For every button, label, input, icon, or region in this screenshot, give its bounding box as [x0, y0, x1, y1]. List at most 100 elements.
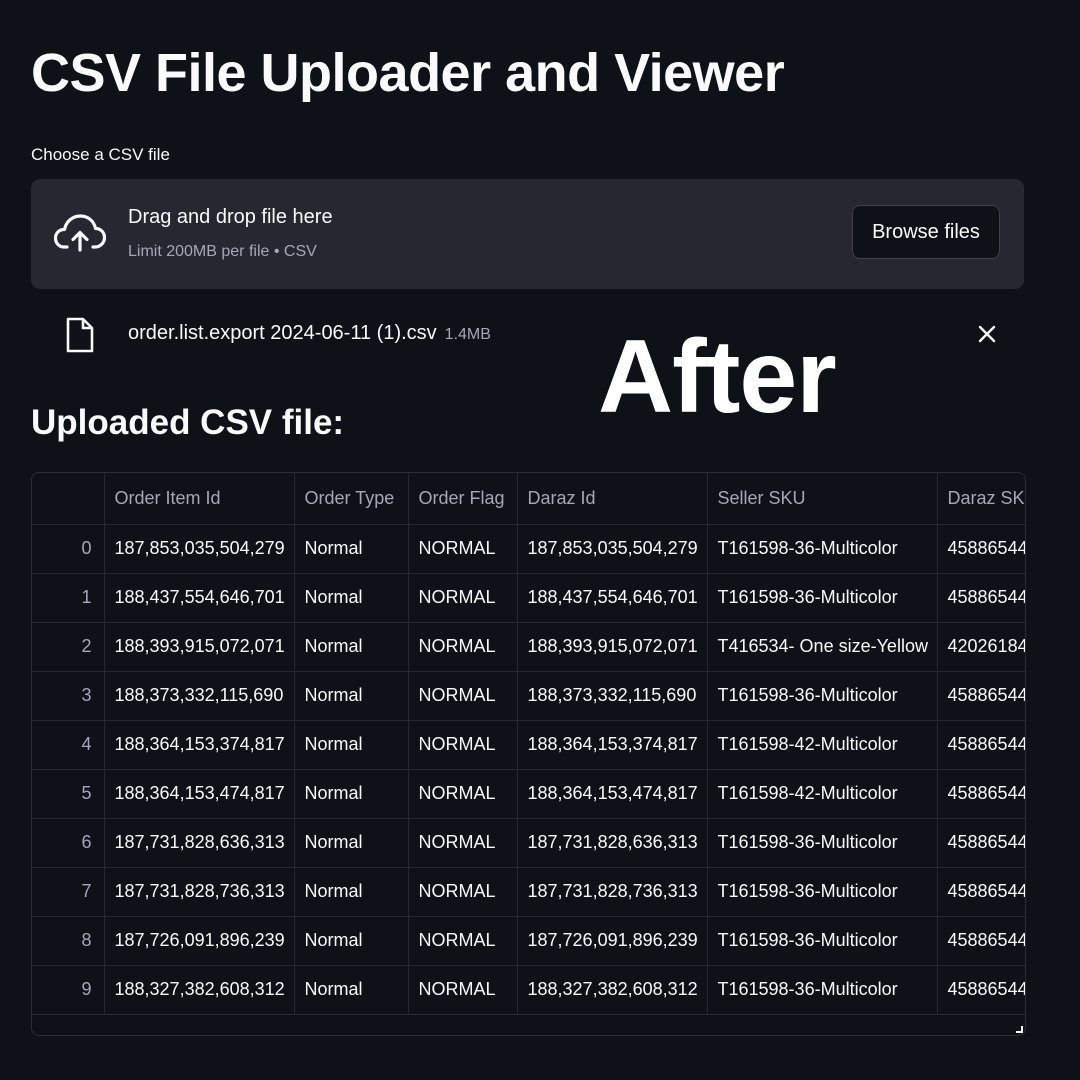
table-cell[interactable]: 188,393,915,072,071	[104, 622, 295, 672]
table-cell[interactable]: T161598-36-Multicolor	[707, 573, 938, 623]
browse-files-button[interactable]: Browse files	[852, 205, 1000, 259]
file-icon	[66, 317, 94, 353]
table-cell[interactable]: 187,731,828,736,313	[517, 867, 708, 917]
table-header-row: Order Item Id Order Type Order Flag Daraz I…	[32, 473, 1025, 525]
table-cell[interactable]: NORMAL	[408, 965, 518, 1015]
table-cell[interactable]: T161598-36-Multicolor	[707, 671, 938, 721]
row-index: 5	[32, 769, 105, 819]
table-cell[interactable]: 45886544	[937, 720, 1025, 770]
table-cell[interactable]: 187,726,091,896,239	[517, 916, 708, 966]
row-index: 8	[32, 916, 105, 966]
resize-handle[interactable]	[1016, 1026, 1023, 1033]
table-cell[interactable]: Normal	[294, 622, 409, 672]
table-cell[interactable]: Normal	[294, 573, 409, 623]
table-cell[interactable]: 188,327,382,608,312	[517, 965, 708, 1015]
table-cell[interactable]: 187,731,828,736,313	[104, 867, 295, 917]
table-row: 7 187,731,828,736,313 Normal NORMAL 187,731,…	[32, 867, 1025, 917]
table-cell[interactable]: NORMAL	[408, 818, 518, 868]
table-cell[interactable]: T161598-42-Multicolor	[707, 769, 938, 819]
table-cell[interactable]: T161598-36-Multicolor	[707, 818, 938, 868]
table-cell[interactable]: 187,853,035,504,279	[517, 524, 708, 574]
csv-data-table: Order Item Id Order Type Order Flag Daraz I…	[32, 473, 1025, 1015]
table-row: 3 188,373,332,115,690 Normal NORMAL 188,373,…	[32, 671, 1025, 721]
table-cell[interactable]: 45886544	[937, 867, 1025, 917]
table-cell[interactable]: 45886544	[937, 573, 1025, 623]
table-body: 0 187,853,035,504,279 Normal NORMAL 187,853,…	[32, 524, 1025, 1015]
table-row: 8 187,726,091,896,239 Normal NORMAL 187,726,…	[32, 916, 1025, 966]
file-dropzone[interactable]: Drag and drop file here Limit 200MB per …	[31, 179, 1024, 289]
table-cell[interactable]: NORMAL	[408, 671, 518, 721]
table-cell[interactable]: 188,327,382,608,312	[104, 965, 295, 1015]
table-cell[interactable]: T161598-36-Multicolor	[707, 867, 938, 917]
close-icon[interactable]	[975, 322, 999, 346]
row-index: 9	[32, 965, 105, 1015]
row-index: 3	[32, 671, 105, 721]
table-row: 5 188,364,153,474,817 Normal NORMAL 188,364,…	[32, 769, 1025, 819]
table-cell[interactable]: T161598-42-Multicolor	[707, 720, 938, 770]
after-overlay-text: After	[598, 319, 837, 435]
table-cell[interactable]: T161598-36-Multicolor	[707, 965, 938, 1015]
table-cell[interactable]: 187,731,828,636,313	[104, 818, 295, 868]
uploader-label: Choose a CSV file	[31, 145, 170, 164]
table-row: 4 188,364,153,374,817 Normal NORMAL 188,364,…	[32, 720, 1025, 770]
table-cell[interactable]: T416534- One size-Yellow	[707, 622, 938, 672]
table-cell[interactable]: T161598-36-Multicolor	[707, 524, 938, 574]
row-index: 6	[32, 818, 105, 868]
column-header[interactable]: Order Item Id	[104, 473, 295, 525]
table-cell[interactable]: 188,364,153,374,817	[517, 720, 708, 770]
file-name-text: order.list.export 2024-06-11 (1).csv 1.4M…	[128, 322, 491, 345]
table-cell[interactable]: 45886544	[937, 524, 1025, 574]
table-cell[interactable]: 188,373,332,115,690	[104, 671, 295, 721]
table-cell[interactable]: Normal	[294, 671, 409, 721]
table-cell[interactable]: Normal	[294, 818, 409, 868]
column-header[interactable]: Daraz SKU	[937, 473, 1025, 525]
table-row: 6 187,731,828,636,313 Normal NORMAL 187,731,…	[32, 818, 1025, 868]
table-row: 0 187,853,035,504,279 Normal NORMAL 187,853,…	[32, 524, 1025, 574]
table-cell[interactable]: NORMAL	[408, 769, 518, 819]
table-cell[interactable]: 45886544	[937, 769, 1025, 819]
table-cell[interactable]: Normal	[294, 916, 409, 966]
table-cell[interactable]: 45886544	[937, 671, 1025, 721]
table-cell[interactable]: 187,726,091,896,239	[104, 916, 295, 966]
column-header[interactable]: Order Type	[294, 473, 409, 525]
table-heading: Uploaded CSV file:	[31, 403, 345, 442]
table-cell[interactable]: NORMAL	[408, 524, 518, 574]
table-row: 1 188,437,554,646,701 Normal NORMAL 188,437,…	[32, 573, 1025, 623]
table-cell[interactable]: Normal	[294, 720, 409, 770]
row-index: 1	[32, 573, 105, 623]
table-cell[interactable]: 45886544	[937, 916, 1025, 966]
upload-limit-text: Limit 200MB per file • CSV	[128, 243, 317, 260]
row-index: 4	[32, 720, 105, 770]
table-cell[interactable]: Normal	[294, 867, 409, 917]
column-header[interactable]: Order Flag	[408, 473, 518, 525]
column-header[interactable]: Seller SKU	[707, 473, 938, 525]
table-row: 9 188,327,382,608,312 Normal NORMAL 188,327,…	[32, 965, 1025, 1015]
table-cell[interactable]: 45886544	[937, 965, 1025, 1015]
table-cell[interactable]: 188,437,554,646,701	[517, 573, 708, 623]
column-header[interactable]: Daraz Id	[517, 473, 708, 525]
table-cell[interactable]: 188,437,554,646,701	[104, 573, 295, 623]
table-cell[interactable]: 188,364,153,374,817	[104, 720, 295, 770]
table-cell[interactable]: 188,393,915,072,071	[517, 622, 708, 672]
table-cell[interactable]: 42026184	[937, 622, 1025, 672]
table-cell[interactable]: 187,853,035,504,279	[104, 524, 295, 574]
table-cell[interactable]: Normal	[294, 769, 409, 819]
table-cell[interactable]: NORMAL	[408, 720, 518, 770]
file-name: order.list.export 2024-06-11 (1).csv	[128, 322, 437, 344]
table-cell[interactable]: T161598-36-Multicolor	[707, 916, 938, 966]
column-header-index[interactable]	[32, 473, 105, 525]
table-cell[interactable]: 188,364,153,474,817	[517, 769, 708, 819]
uploaded-file-item: order.list.export 2024-06-11 (1).csv 1.4M…	[31, 300, 1024, 370]
table-cell[interactable]: NORMAL	[408, 573, 518, 623]
page-title: CSV File Uploader and Viewer	[31, 43, 785, 103]
table-cell[interactable]: NORMAL	[408, 867, 518, 917]
table-cell[interactable]: 187,731,828,636,313	[517, 818, 708, 868]
table-cell[interactable]: 188,364,153,474,817	[104, 769, 295, 819]
data-table-container[interactable]: Order Item Id Order Type Order Flag Daraz I…	[31, 472, 1026, 1036]
table-cell[interactable]: NORMAL	[408, 916, 518, 966]
table-cell[interactable]: 188,373,332,115,690	[517, 671, 708, 721]
table-cell[interactable]: Normal	[294, 965, 409, 1015]
table-cell[interactable]: 45886544	[937, 818, 1025, 868]
table-cell[interactable]: NORMAL	[408, 622, 518, 672]
table-cell[interactable]: Normal	[294, 524, 409, 574]
